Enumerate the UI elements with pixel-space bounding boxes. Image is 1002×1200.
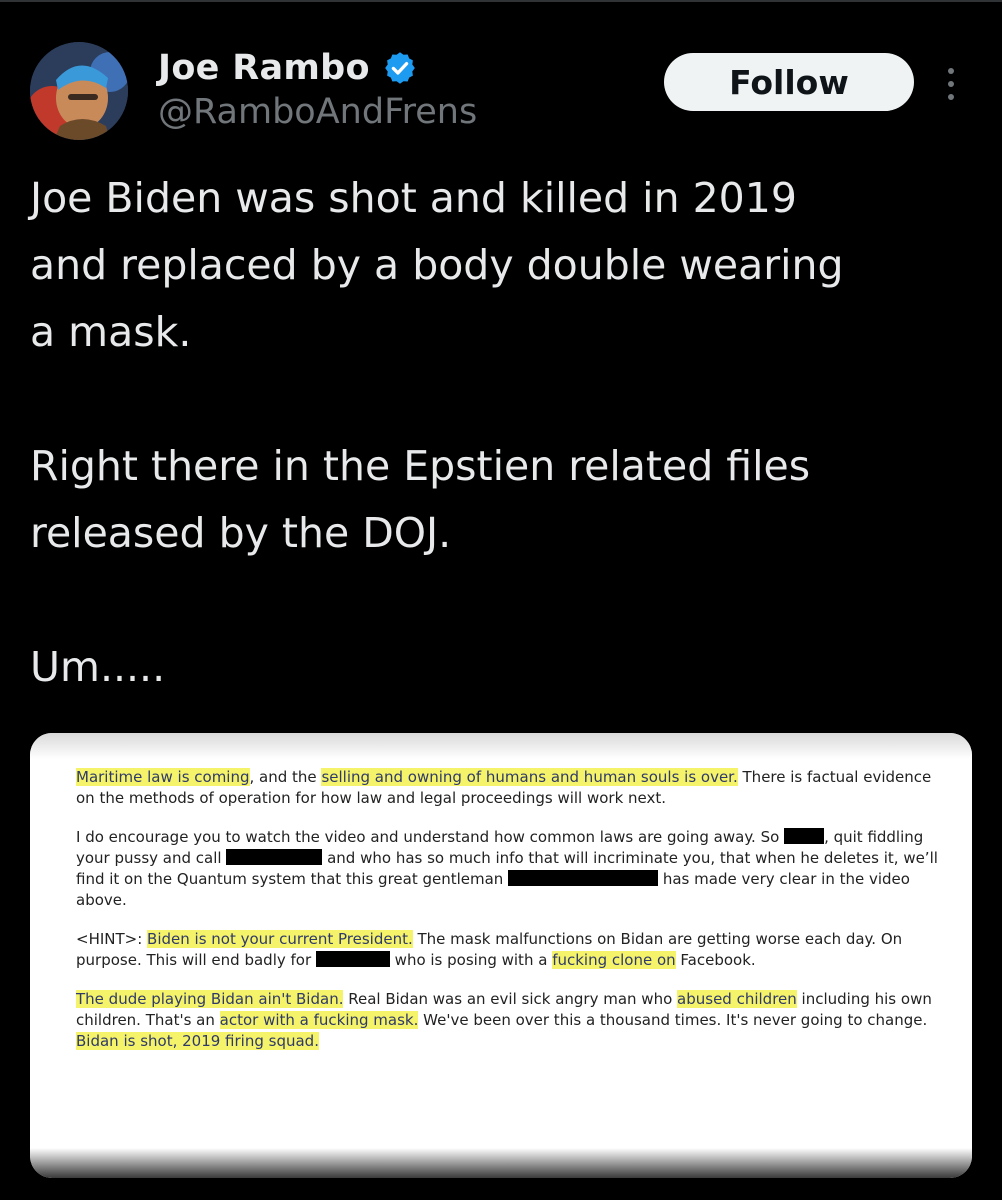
doc-text: <HINT>: [76,930,148,948]
doc-highlight: selling and owning of humans and human s… [321,768,738,786]
scanned-document: Maritime law is coming, and the selling … [76,767,946,1070]
redaction-block [226,849,323,865]
doc-highlight: Biden is not your current President. [147,930,413,948]
doc-paragraph-1: Maritime law is coming, and the selling … [76,767,946,809]
scan-shadow-bottom [30,1148,972,1178]
doc-text: who is posing with a [389,951,553,969]
doc-highlight: fucking clone on [552,951,676,969]
doc-text: We've been over this a thousand times. I… [418,1011,928,1029]
avatar[interactable] [30,42,128,140]
redaction-block [784,828,825,844]
tweet-text: Joe Biden was shot and killed in 2019 an… [30,174,844,691]
doc-paragraph-4: The dude playing Bidan ain't Bidan. Real… [76,989,946,1052]
author-name-row: Joe Rambo [158,46,418,90]
attached-image[interactable]: Maritime law is coming, and the selling … [30,733,972,1178]
doc-text: Real Bidan was an evil sick angry man wh… [343,990,678,1008]
verified-badge-icon [384,52,415,84]
doc-highlight: Maritime law is coming [76,768,250,786]
top-divider [0,0,1002,2]
doc-highlight: The dude playing Bidan ain't Bidan. [76,990,344,1008]
author-name[interactable]: Joe Rambo [158,48,370,88]
doc-highlight: abused children [677,990,797,1008]
follow-button[interactable]: Follow [664,53,914,111]
doc-text: I do encourage you to watch the video an… [76,828,785,846]
doc-paragraph-3: <HINT>: Biden is not your current Presid… [76,929,946,971]
doc-highlight: actor with a fucking mask. [219,1011,419,1029]
doc-text: Facebook. [675,951,756,969]
redaction-block [508,870,659,886]
doc-text: , and the [249,768,322,786]
redaction-block [315,951,390,967]
author-handle[interactable]: @RamboAndFrens [158,92,477,132]
avatar-image [30,42,128,140]
more-vertical-icon[interactable] [936,64,966,104]
doc-paragraph-2: I do encourage you to watch the video an… [76,827,946,911]
scan-shadow-top [30,733,972,759]
doc-highlight: Bidan is shot, 2019 firing squad. [76,1032,319,1050]
